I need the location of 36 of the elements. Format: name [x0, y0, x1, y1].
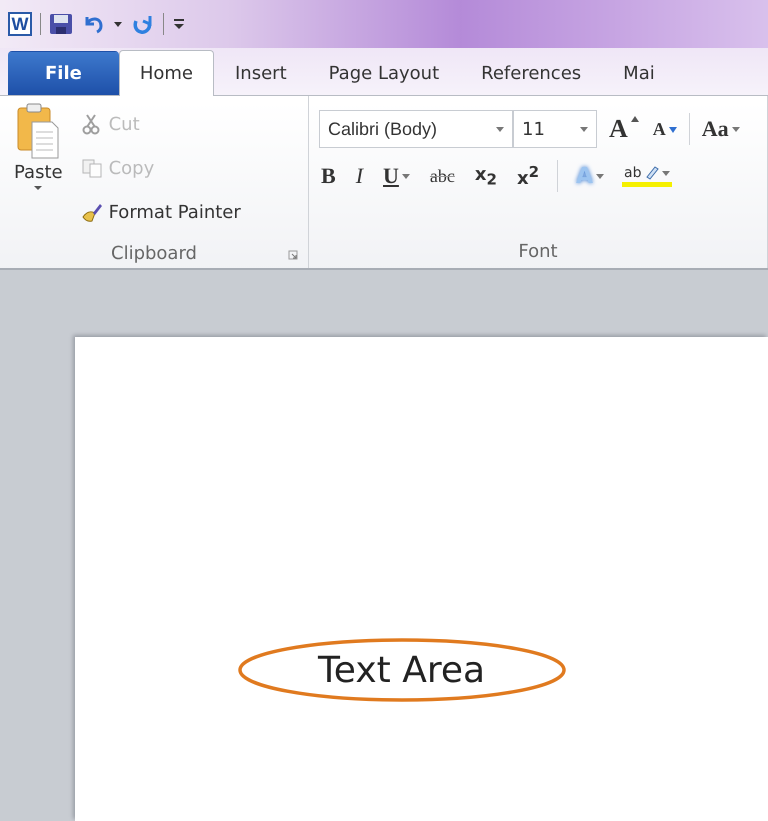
caret-icon[interactable]	[113, 20, 123, 28]
clipboard-icon	[16, 102, 60, 160]
ribbon-tab[interactable]: Page Layout	[308, 51, 460, 95]
superscript-button[interactable]: x$^{2}$	[514, 163, 542, 189]
ribbon-tab[interactable]: File	[8, 51, 119, 95]
ribbon-tab[interactable]: Home	[118, 50, 214, 96]
grow-font-button[interactable]: A	[607, 114, 641, 144]
paste-button[interactable]: Paste	[10, 102, 67, 232]
document-text: Text Area	[318, 650, 486, 690]
group-label: Clipboard	[111, 242, 197, 264]
bold-button[interactable]: B	[319, 163, 338, 189]
caret-icon	[33, 185, 44, 191]
app-logo[interactable]: W	[8, 12, 32, 36]
save-icon[interactable]	[49, 13, 73, 35]
font-size-dropdown[interactable]: 11	[513, 110, 597, 148]
pen-icon	[644, 165, 659, 181]
down-triangle-icon	[668, 127, 677, 133]
subscript-button[interactable]: x$_{2}$	[472, 164, 499, 188]
ribbon-tab[interactable]: References	[460, 51, 602, 95]
customize-icon[interactable]	[172, 16, 186, 32]
underline-button[interactable]: U	[381, 163, 412, 189]
caret-icon	[496, 126, 504, 132]
highlight-button[interactable]: ab	[622, 165, 672, 187]
copy-icon	[80, 157, 103, 179]
ribbon-tab[interactable]: Mai	[602, 51, 676, 95]
shrink-font-button[interactable]: A	[650, 118, 679, 140]
group-label: Font	[518, 240, 558, 262]
up-triangle-icon	[630, 116, 639, 122]
change-case-button[interactable]: Aa	[700, 116, 742, 142]
format-painter-button[interactable]: Format Painter	[80, 192, 241, 232]
italic-button[interactable]: I	[354, 163, 366, 189]
paintbrush-icon	[80, 201, 103, 223]
caret-icon	[580, 126, 588, 132]
dialog-launcher-icon[interactable]	[288, 250, 298, 260]
ribbon-tab[interactable]: Insert	[214, 51, 308, 95]
font-name-dropdown[interactable]: Calibri (Body)	[319, 110, 513, 148]
